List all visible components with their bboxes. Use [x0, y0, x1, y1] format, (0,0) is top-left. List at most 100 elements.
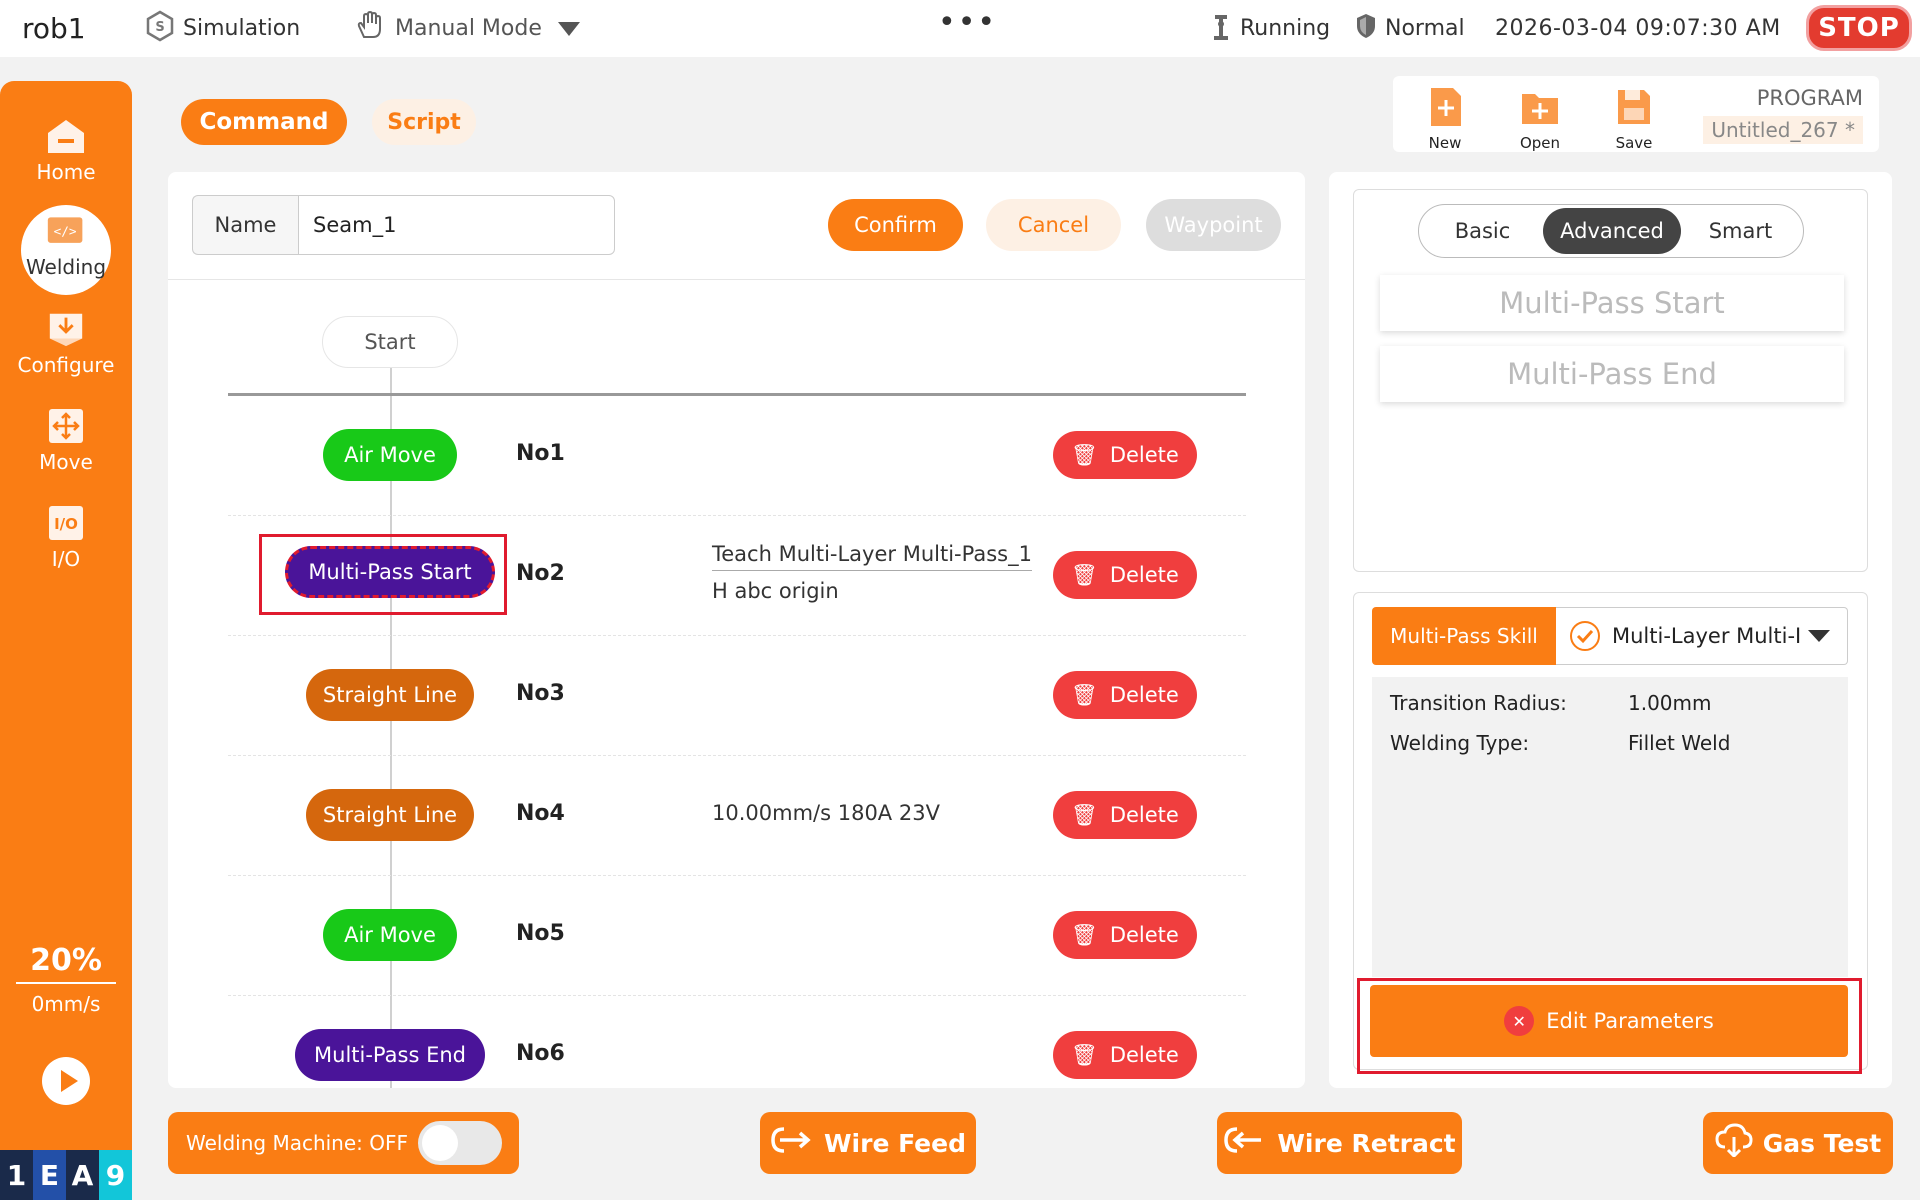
wire-retract-label: Wire Retract	[1277, 1128, 1456, 1158]
skill-multi-pass-end[interactable]: Multi-Pass End	[1380, 346, 1844, 402]
speed-mms: 0mm/s	[31, 992, 101, 1016]
delete-button[interactable]: 🗑 Delete	[1053, 671, 1197, 719]
run-state: Running	[1210, 0, 1330, 57]
gas-cloud-icon	[1715, 1123, 1753, 1163]
flow-divider	[228, 393, 1246, 396]
new-file-icon	[1431, 88, 1461, 126]
step-node-multi-pass-end[interactable]: Multi-Pass End	[295, 1029, 485, 1081]
datetime: 2026-03-04 09:07:30 AM	[1495, 16, 1781, 41]
step-node-straight-line[interactable]: Straight Line	[306, 789, 474, 841]
tab-advanced[interactable]: Advanced	[1543, 208, 1681, 254]
step-description-line: 10.00mm/s 180A 23V	[712, 801, 940, 825]
delete-label: Delete	[1109, 803, 1179, 827]
multi-pass-select[interactable]: Multi-Layer Multi-I	[1556, 607, 1848, 665]
logo-char: A	[66, 1150, 99, 1200]
param-label: Welding Type:	[1390, 731, 1530, 755]
step-number: No3	[516, 681, 565, 706]
save-program-button[interactable]: Save	[1604, 86, 1664, 152]
sidebar-item-move[interactable]: Move	[0, 406, 132, 474]
safety-state: Normal	[1355, 0, 1465, 57]
more-menu-button[interactable]: •••	[938, 0, 997, 51]
step-number: No5	[516, 921, 565, 946]
gas-test-label: Gas Test	[1762, 1128, 1882, 1158]
trash-icon: 🗑	[1071, 922, 1098, 947]
tab-smart[interactable]: Smart	[1681, 208, 1800, 254]
param-label: Transition Radius:	[1390, 691, 1567, 715]
svg-text:I/O: I/O	[54, 515, 78, 533]
speed-readout[interactable]: 20% 0mm/s	[0, 943, 132, 1016]
sidebar-item-label: Configure	[17, 353, 115, 377]
name-label: Name	[192, 195, 298, 255]
delete-button[interactable]: 🗑 Delete	[1053, 1031, 1197, 1079]
tab-basic[interactable]: Basic	[1422, 208, 1543, 254]
open-program-button[interactable]: Open	[1510, 86, 1570, 152]
code-icon: </>	[46, 211, 86, 251]
delete-button[interactable]: 🗑 Delete	[1053, 791, 1197, 839]
cancel-button[interactable]: Cancel	[986, 199, 1121, 251]
robot-arm-icon	[1210, 11, 1232, 47]
welding-machine-label: Welding Machine: OFF	[186, 1131, 409, 1155]
check-icon	[1570, 621, 1600, 651]
sidebar-item-home[interactable]: Home	[0, 116, 132, 184]
step-node-air-move[interactable]: Air Move	[323, 909, 457, 961]
edit-parameters-button[interactable]: ✕ Edit Parameters	[1370, 985, 1848, 1057]
step-node-straight-line[interactable]: Straight Line	[306, 669, 474, 721]
sidebar-item-welding[interactable]: </> Welding	[0, 205, 132, 295]
multi-pass-select-value: Multi-Layer Multi-I	[1612, 624, 1802, 648]
brand-logo: 1 E A 9	[0, 1150, 132, 1200]
step-description-line: H abc origin	[712, 579, 839, 603]
delete-label: Delete	[1109, 683, 1179, 707]
delete-button[interactable]: 🗑 Delete	[1053, 551, 1197, 599]
play-button[interactable]	[42, 1057, 90, 1105]
param-value: 1.00mm	[1628, 691, 1712, 715]
stop-button[interactable]: STOP	[1806, 5, 1912, 51]
delete-button[interactable]: 🗑 Delete	[1053, 911, 1197, 959]
sidebar-item-io[interactable]: I/O I/O	[0, 503, 132, 571]
sidebar-item-label: Home	[36, 160, 96, 184]
start-node: Start	[322, 316, 458, 368]
gas-test-button[interactable]: Gas Test	[1703, 1112, 1893, 1174]
welding-machine-control: Welding Machine: OFF	[168, 1112, 519, 1174]
name-input[interactable]	[298, 195, 615, 255]
confirm-button[interactable]: Confirm	[828, 199, 963, 251]
chevron-down-icon	[1808, 630, 1830, 642]
delete-button[interactable]: 🗑 Delete	[1053, 431, 1197, 479]
wire-feed-icon	[770, 1125, 814, 1161]
step-node-multi-pass-start[interactable]: Multi-Pass Start	[285, 546, 495, 598]
step-node-air-move[interactable]: Air Move	[323, 429, 457, 481]
param-value: Fillet Weld	[1628, 731, 1731, 755]
speed-percent: 20%	[16, 943, 116, 984]
tab-command[interactable]: Command	[181, 99, 347, 145]
step-number: No1	[516, 441, 565, 466]
wire-retract-button[interactable]: Wire Retract	[1217, 1112, 1462, 1174]
simulation-indicator[interactable]: S Simulation	[145, 0, 300, 57]
toggle-knob	[422, 1125, 459, 1161]
wire-retract-icon	[1223, 1125, 1267, 1161]
multi-pass-skill-tab[interactable]: Multi-Pass Skill	[1372, 607, 1556, 665]
sidebar-item-configure[interactable]: Configure	[0, 309, 132, 377]
sidebar-item-label: I/O	[51, 547, 81, 571]
skill-multi-pass-start[interactable]: Multi-Pass Start	[1380, 275, 1844, 331]
tab-script[interactable]: Script	[372, 99, 476, 145]
open-folder-icon	[1522, 94, 1558, 124]
program-info: PROGRAM Untitled_267 *	[1703, 86, 1863, 144]
save-icon	[1618, 90, 1650, 124]
logo-char: 9	[99, 1150, 132, 1200]
trash-icon: 🗑	[1071, 802, 1098, 827]
delete-label: Delete	[1109, 443, 1179, 467]
wire-feed-button[interactable]: Wire Feed	[760, 1112, 976, 1174]
trash-icon: 🗑	[1071, 1042, 1098, 1067]
delete-label: Delete	[1109, 1043, 1179, 1067]
delete-label: Delete	[1109, 923, 1179, 947]
top-bar: rob1 S Simulation Manual Mode ••• Runnin…	[0, 0, 1920, 57]
new-program-button[interactable]: New	[1415, 86, 1475, 152]
waypoint-button[interactable]: Waypoint	[1146, 199, 1281, 251]
param-row: Welding Type: Fillet Weld	[1390, 731, 1730, 755]
mode-label: Manual Mode	[395, 16, 542, 41]
mode-select[interactable]: Manual Mode	[355, 0, 580, 57]
step-description-line: Teach Multi-Layer Multi-Pass_1	[712, 542, 1032, 571]
io-icon: I/O	[46, 503, 86, 543]
welding-machine-toggle[interactable]	[418, 1121, 503, 1165]
home-icon	[46, 116, 86, 156]
program-panel: New Open Save PROGRAM Untitled_267 *	[1393, 76, 1879, 152]
